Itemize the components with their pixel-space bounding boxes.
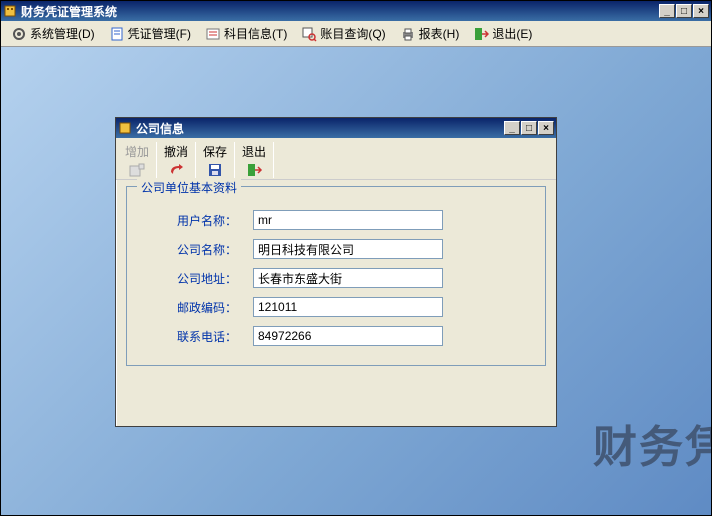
tool-label: 撤消 (164, 143, 188, 160)
menu-label: 凭证管理(F) (128, 25, 191, 42)
child-maximize-button[interactable]: □ (521, 121, 537, 135)
menu-label: 账目查询(Q) (320, 25, 385, 42)
search-icon (301, 26, 317, 42)
cancel-button[interactable]: 撤消 (159, 140, 193, 182)
mdi-client: 财务凭 公司信息 _ □ × 增加 (1, 47, 711, 515)
main-title: 财务凭证管理系统 (21, 3, 659, 20)
child-minimize-button[interactable]: _ (504, 121, 520, 135)
postcode-input[interactable] (253, 297, 443, 317)
maximize-button[interactable]: □ (676, 4, 692, 18)
toolbar-separator (273, 142, 274, 178)
row-phone: 联系电话： (137, 326, 535, 346)
tool-label: 保存 (203, 143, 227, 160)
menu-system[interactable]: 系统管理(D) (5, 22, 101, 45)
menu-account[interactable]: 账目查询(Q) (295, 22, 391, 45)
child-window-controls: _ □ × (504, 121, 554, 135)
child-toolbar: 增加 撤消 保存 (116, 138, 556, 180)
toolbar-separator (234, 142, 235, 178)
app-icon (3, 4, 17, 18)
exit-icon (473, 26, 489, 42)
child-titlebar: 公司信息 _ □ × (116, 118, 556, 138)
save-button[interactable]: 保存 (198, 140, 232, 182)
postcode-label: 邮政编码： (137, 299, 253, 316)
add-icon (127, 161, 147, 179)
toolbar-separator (156, 142, 157, 178)
company-info-window: 公司信息 _ □ × 增加 撤消 (115, 117, 557, 427)
menu-voucher[interactable]: 凭证管理(F) (103, 22, 197, 45)
phone-input[interactable] (253, 326, 443, 346)
address-label: 公司地址： (137, 270, 253, 287)
close-button[interactable]: × (693, 4, 709, 18)
minimize-button[interactable]: _ (659, 4, 675, 18)
menu-exit[interactable]: 退出(E) (467, 22, 538, 45)
row-postcode: 邮政编码： (137, 297, 535, 317)
main-titlebar: 财务凭证管理系统 _ □ × (1, 1, 711, 21)
menubar: 系统管理(D) 凭证管理(F) 科目信息(T) 账目查询(Q) 报表(H) (1, 21, 711, 47)
exit-icon (244, 161, 264, 179)
tool-label: 增加 (125, 143, 149, 160)
main-window: 财务凭证管理系统 _ □ × 系统管理(D) 凭证管理(F) 科目信息(T) (0, 0, 712, 516)
printer-icon (400, 26, 416, 42)
gear-icon (11, 26, 27, 42)
watermark-text: 财务凭 (593, 411, 711, 475)
row-company: 公司名称： (137, 239, 535, 259)
child-title: 公司信息 (136, 120, 504, 137)
main-window-controls: _ □ × (659, 4, 709, 18)
row-address: 公司地址： (137, 268, 535, 288)
document-icon (109, 26, 125, 42)
company-groupbox: 公司单位基本资料 用户名称： 公司名称： 公司地址： 邮政编码： (126, 186, 546, 366)
menu-report[interactable]: 报表(H) (394, 22, 466, 45)
company-label: 公司名称： (137, 241, 253, 258)
form-icon (118, 121, 132, 135)
menu-label: 退出(E) (492, 25, 532, 42)
menu-label: 报表(H) (419, 25, 460, 42)
undo-icon (166, 161, 186, 179)
phone-label: 联系电话： (137, 328, 253, 345)
child-close-button[interactable]: × (538, 121, 554, 135)
company-input[interactable] (253, 239, 443, 259)
row-username: 用户名称： (137, 210, 535, 230)
save-icon (205, 161, 225, 179)
list-icon (205, 26, 221, 42)
username-input[interactable] (253, 210, 443, 230)
address-input[interactable] (253, 268, 443, 288)
menu-label: 科目信息(T) (224, 25, 287, 42)
toolbar-separator (195, 142, 196, 178)
add-button[interactable]: 增加 (120, 140, 154, 182)
groupbox-title: 公司单位基本资料 (137, 179, 241, 196)
exit-button[interactable]: 退出 (237, 140, 271, 182)
tool-label: 退出 (242, 143, 266, 160)
username-label: 用户名称： (137, 212, 253, 229)
menu-subject[interactable]: 科目信息(T) (199, 22, 293, 45)
menu-label: 系统管理(D) (30, 25, 95, 42)
